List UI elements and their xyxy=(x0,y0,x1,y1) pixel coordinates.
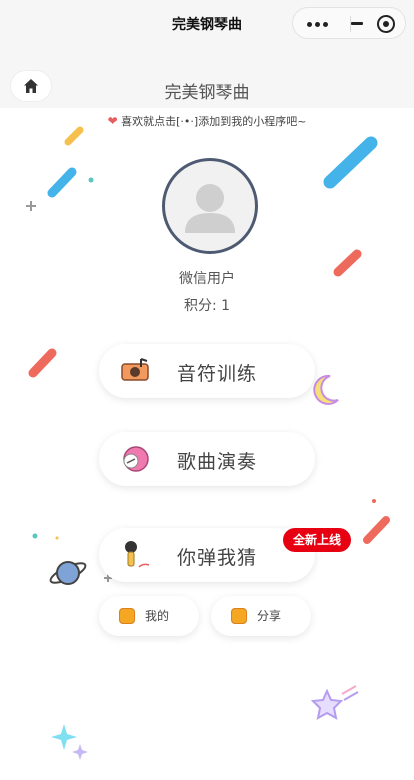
share-button[interactable]: 分享 xyxy=(211,596,311,636)
note-training-button[interactable]: 音符训练 xyxy=(99,344,315,398)
menu-label: 歌曲演奏 xyxy=(177,451,258,473)
my-icon xyxy=(119,608,135,624)
microphone-icon xyxy=(125,541,150,568)
menu-label: 你弹我猜 xyxy=(177,547,258,569)
new-badge: 全新上线 xyxy=(283,528,352,552)
music-note-icon xyxy=(121,358,149,381)
menu-label: 音符训练 xyxy=(177,363,258,385)
user-silhouette-icon xyxy=(185,184,235,233)
share-icon xyxy=(231,608,247,624)
avatar[interactable] xyxy=(162,158,258,254)
my-button[interactable]: 我的 xyxy=(99,596,199,636)
ribbon-icon xyxy=(123,446,149,472)
action-label: 我的 xyxy=(145,609,170,623)
user-score: 积分: 1 xyxy=(183,298,231,314)
action-label: 分享 xyxy=(257,609,282,623)
song-play-button[interactable]: 歌曲演奏 xyxy=(99,432,315,486)
user-name: 微信用户 xyxy=(179,271,235,287)
